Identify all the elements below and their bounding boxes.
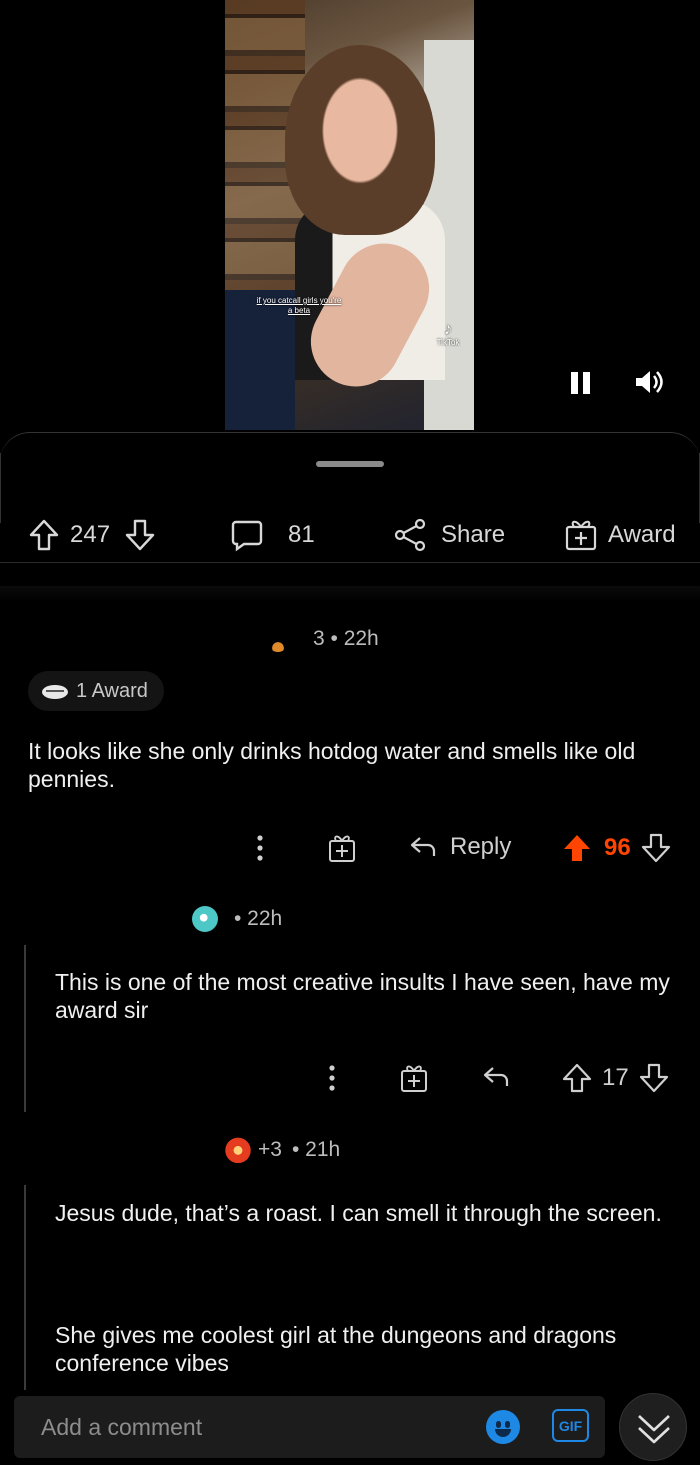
video-frame[interactable]: if you catcall girls you're a beta ♪ Tik… bbox=[225, 0, 474, 430]
downvote-icon[interactable] bbox=[639, 1062, 669, 1094]
reply-arrow-icon bbox=[410, 837, 436, 856]
give-award-button[interactable] bbox=[399, 1062, 429, 1094]
award-badge[interactable]: 1 Award bbox=[28, 671, 164, 711]
comment-composer[interactable]: Add a comment GIF bbox=[14, 1396, 605, 1458]
comment-body: This is one of the most creative insults… bbox=[55, 969, 670, 1023]
upvote-icon[interactable] bbox=[562, 1062, 592, 1094]
thread-line[interactable] bbox=[24, 1185, 26, 1390]
tiktok-icon: ♪ bbox=[444, 321, 452, 338]
gift-icon bbox=[401, 1065, 427, 1092]
upvote-filled-icon[interactable] bbox=[562, 832, 592, 864]
user-avatar[interactable] bbox=[192, 906, 218, 932]
more-options-button[interactable] bbox=[250, 832, 270, 864]
comment-time: • 21h bbox=[292, 1138, 341, 1161]
reply-arrow-icon bbox=[483, 1067, 509, 1086]
comment-body-paragraph: She gives me coolest girl at the dungeon… bbox=[55, 1322, 617, 1376]
upvote-icon[interactable] bbox=[28, 518, 60, 552]
award-button[interactable]: Award bbox=[564, 515, 676, 555]
vote-group: 247 bbox=[28, 515, 156, 555]
award-flair-icon bbox=[224, 1135, 252, 1163]
award-icon bbox=[42, 685, 68, 699]
reply-button[interactable] bbox=[481, 1062, 511, 1092]
more-vertical-icon bbox=[329, 1065, 335, 1091]
post-action-bar: 247 81 Share Award bbox=[0, 513, 700, 563]
tiktok-label: TikTok bbox=[436, 338, 460, 347]
share-icon bbox=[394, 518, 426, 552]
gift-icon bbox=[565, 520, 597, 551]
reply-label: Reply bbox=[450, 833, 512, 860]
give-award-button[interactable] bbox=[327, 832, 357, 864]
share-button[interactable]: Share bbox=[393, 515, 505, 555]
post-sheet: 247 81 Share Award bbox=[0, 432, 700, 563]
award-label: Award bbox=[608, 521, 676, 548]
volume-icon bbox=[636, 371, 663, 393]
thread-line[interactable] bbox=[24, 945, 26, 1112]
comment-body: Jesus dude, that’s a roast. I can smell … bbox=[55, 1200, 662, 1226]
emoji-icon[interactable] bbox=[486, 1410, 520, 1444]
more-vertical-icon bbox=[257, 835, 263, 861]
award-count: 1 Award bbox=[76, 679, 148, 702]
comment-score: 96 bbox=[604, 834, 631, 861]
reply-button[interactable]: Reply bbox=[408, 832, 511, 862]
collapse-button[interactable] bbox=[619, 1393, 687, 1461]
comment-vote-group: 96 bbox=[562, 832, 671, 864]
comment-score: 17 bbox=[602, 1064, 629, 1091]
comment-icon bbox=[231, 520, 263, 552]
comment-input[interactable]: Add a comment bbox=[41, 1414, 605, 1441]
person-head bbox=[285, 45, 435, 235]
pause-button[interactable] bbox=[568, 370, 594, 396]
volume-button[interactable] bbox=[633, 368, 665, 396]
user-avatar[interactable] bbox=[268, 632, 288, 652]
comment-divider bbox=[0, 586, 700, 602]
tiktok-watermark: ♪ TikTok bbox=[423, 321, 473, 348]
more-options-button[interactable] bbox=[322, 1062, 342, 1094]
gift-icon bbox=[329, 835, 355, 862]
downvote-icon[interactable] bbox=[641, 832, 671, 864]
gif-button[interactable]: GIF bbox=[552, 1409, 589, 1442]
comment-vote-group: 17 bbox=[562, 1062, 669, 1094]
sheet-grabber[interactable] bbox=[316, 461, 384, 467]
downvote-icon[interactable] bbox=[124, 518, 156, 552]
comments-button[interactable]: 81 bbox=[230, 515, 315, 555]
video-player[interactable]: if you catcall girls you're a beta ♪ Tik… bbox=[0, 0, 700, 432]
comment-time: • 22h bbox=[234, 907, 283, 930]
extra-awards: +3 bbox=[258, 1138, 282, 1161]
vote-count: 247 bbox=[70, 521, 111, 548]
comment-time: 3 • 22h bbox=[313, 627, 379, 650]
share-label: Share bbox=[441, 521, 506, 548]
comment-body: It looks like she only drinks hotdog wat… bbox=[28, 738, 636, 792]
comment-count: 81 bbox=[288, 521, 315, 548]
video-caption: if you catcall girls you're a beta bbox=[256, 296, 342, 315]
chevron-down-icon bbox=[638, 1415, 670, 1444]
